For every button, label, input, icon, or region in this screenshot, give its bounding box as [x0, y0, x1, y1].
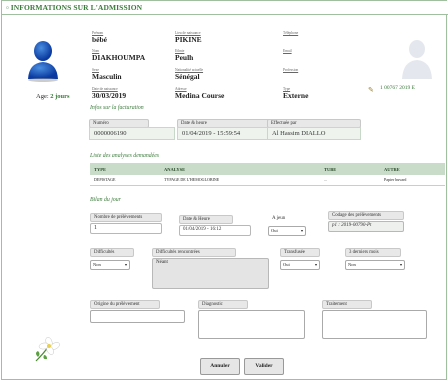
column-header: ANALYSE	[164, 166, 186, 172]
ident-field-value: 30/03/2019	[92, 91, 127, 100]
ident-field-label: Téléphone	[283, 31, 299, 35]
analyses-table-wrap: TYPE ANALYSE TUBE AUTRE DEPISTAGE TYPAGE DE …	[90, 163, 445, 186]
ident-field: Ethnie Peulh	[175, 49, 193, 62]
ident-field: Prénom bébé	[92, 31, 107, 44]
collapse-icon[interactable]: ▫	[6, 3, 9, 12]
valider-button[interactable]: Valider	[244, 358, 284, 375]
identifier-code: 1 00767 2019 E	[380, 85, 415, 91]
transfusee-value: Oui	[283, 262, 290, 267]
table-cell: Papier buvard	[384, 177, 407, 183]
patient-avatar	[25, 35, 61, 83]
difficultes-rencontrees-textarea[interactable]: Néant	[152, 258, 269, 289]
trois-derniers-mois-value: Non	[348, 262, 356, 267]
codage-label: Codage des prélèvements	[328, 211, 404, 220]
trois-derniers-mois-select[interactable]: Non ▾	[345, 260, 405, 270]
ident-field: Nom DIAKHOUMPA	[92, 49, 145, 62]
difficultes-label: Difficultés	[90, 248, 134, 257]
ident-field-value: Externe	[283, 91, 309, 100]
table-cell: TYPAGE DE L'HEMOGLOBINE	[164, 177, 220, 183]
placeholder-avatar	[400, 35, 434, 81]
chevron-down-icon: ▾	[300, 228, 303, 233]
analyses-table: TYPE ANALYSE TUBE AUTRE DEPISTAGE TYPAGE DE …	[90, 163, 445, 186]
ident-field: Adresse Medina Course	[175, 87, 224, 100]
origine-input[interactable]	[90, 310, 185, 323]
origine-label: Origine du prélèvement	[90, 300, 160, 309]
table-row[interactable]: DEPISTAGE TYPAGE DE L'HEMOGLOBINE... Papie…	[90, 175, 445, 185]
facturation-section-title: Infos sur la facturation	[90, 105, 144, 111]
difficultes-rencontrees-label: Difficultés rencontrées	[152, 248, 236, 257]
chevron-down-icon: ▾	[124, 262, 127, 267]
facturation-block: Numéro 0000006190 Date & heure 01/04/201…	[89, 115, 444, 145]
ident-field-label: Email	[283, 49, 292, 53]
a-jeun-label: A jeun	[272, 216, 286, 221]
ident-field-value: PIKINE	[175, 35, 202, 44]
panel-header: ▫ INFORMATIONS SUR L'ADMISSION	[2, 1, 448, 15]
ident-field-value: Sénégal	[175, 72, 200, 81]
panel-title-text: INFORMATIONS SUR L'ADMISSION	[10, 3, 143, 12]
bilan-section-title: Bilan du jour	[90, 197, 121, 203]
ident-field-value: DIAKHOUMPA	[92, 53, 146, 62]
date-heure-prelevement-input[interactable]: 01/04/2019 - 16:12	[179, 225, 251, 236]
nombre-prelevements-label: Nombre de prélèvements	[90, 213, 162, 222]
ident-field: Lieu de naissance PIKINE	[175, 31, 202, 44]
table-header-row: TYPE ANALYSE TUBE AUTRE	[90, 163, 445, 175]
transfusee-label: Transfusée	[280, 248, 320, 257]
ident-field-value: Peulh	[175, 53, 194, 62]
ident-field: Date de naissance 30/03/2019	[92, 87, 126, 100]
column-header: TYPE	[94, 166, 107, 172]
a-jeun-select[interactable]: Oui ▾	[268, 226, 306, 236]
a-jeun-value: Oui	[271, 228, 278, 233]
panel-title: ▫ INFORMATIONS SUR L'ADMISSION	[6, 3, 142, 12]
difficultes-value: Non	[93, 262, 101, 267]
age-value: 2 jours	[50, 93, 70, 100]
diagnostic-label: Diagnostic	[198, 300, 248, 309]
nombre-prelevements-input[interactable]: 1	[90, 223, 162, 234]
ident-field: Type Externe	[283, 87, 308, 100]
ident-field-value: Medina Course	[175, 91, 225, 100]
codage-field: p1 : 2019-00790-Pt	[328, 221, 404, 232]
column-header: AUTRE	[384, 166, 400, 172]
chevron-down-icon: ▾	[314, 262, 317, 267]
date-heure-prelevement-label: Date & Heure	[179, 215, 233, 224]
transfusee-select[interactable]: Oui ▾	[280, 260, 320, 270]
table-cell: DEPISTAGE	[94, 177, 116, 183]
traitement-textarea[interactable]	[322, 310, 427, 339]
chevron-down-icon: ▾	[399, 262, 402, 267]
ident-field: Téléphone	[283, 31, 298, 35]
traitement-label: Traitement	[322, 300, 372, 309]
ident-field: Email	[283, 49, 292, 53]
numero-field: 0000006190	[89, 127, 175, 140]
table-cell: ...	[324, 177, 327, 183]
analyses-section-title: Liste des analyses demandées	[90, 153, 160, 159]
pencil-icon[interactable]: ✎	[368, 86, 374, 94]
effectue-par-field: Al Hassim DIALLO	[267, 127, 361, 140]
ident-field: Profession	[283, 68, 298, 72]
age-readout: Age: 2 jours	[36, 93, 70, 100]
ident-field: Nationalité actuelle Sénégal	[175, 68, 203, 81]
trois-derniers-mois-label: 3 derniers mois	[345, 248, 401, 257]
annuler-button[interactable]: Annuler	[200, 358, 240, 375]
date-heure-field: 01/04/2019 - 15:59:54	[177, 127, 271, 140]
column-header: TUBE	[324, 166, 337, 172]
flower-logo	[32, 335, 64, 365]
ident-field: Sexe Masculin	[92, 68, 122, 81]
diagnostic-textarea[interactable]	[198, 310, 305, 339]
ident-field-value: bébé	[92, 35, 107, 44]
age-label: Age:	[36, 93, 49, 100]
ident-field-value: Masculin	[92, 72, 122, 81]
admission-panel: ▫ INFORMATIONS SUR L'ADMISSION Age: 2 jo…	[1, 0, 448, 380]
difficultes-select[interactable]: Non ▾	[90, 260, 130, 270]
ident-field-label: Profession	[283, 68, 299, 72]
